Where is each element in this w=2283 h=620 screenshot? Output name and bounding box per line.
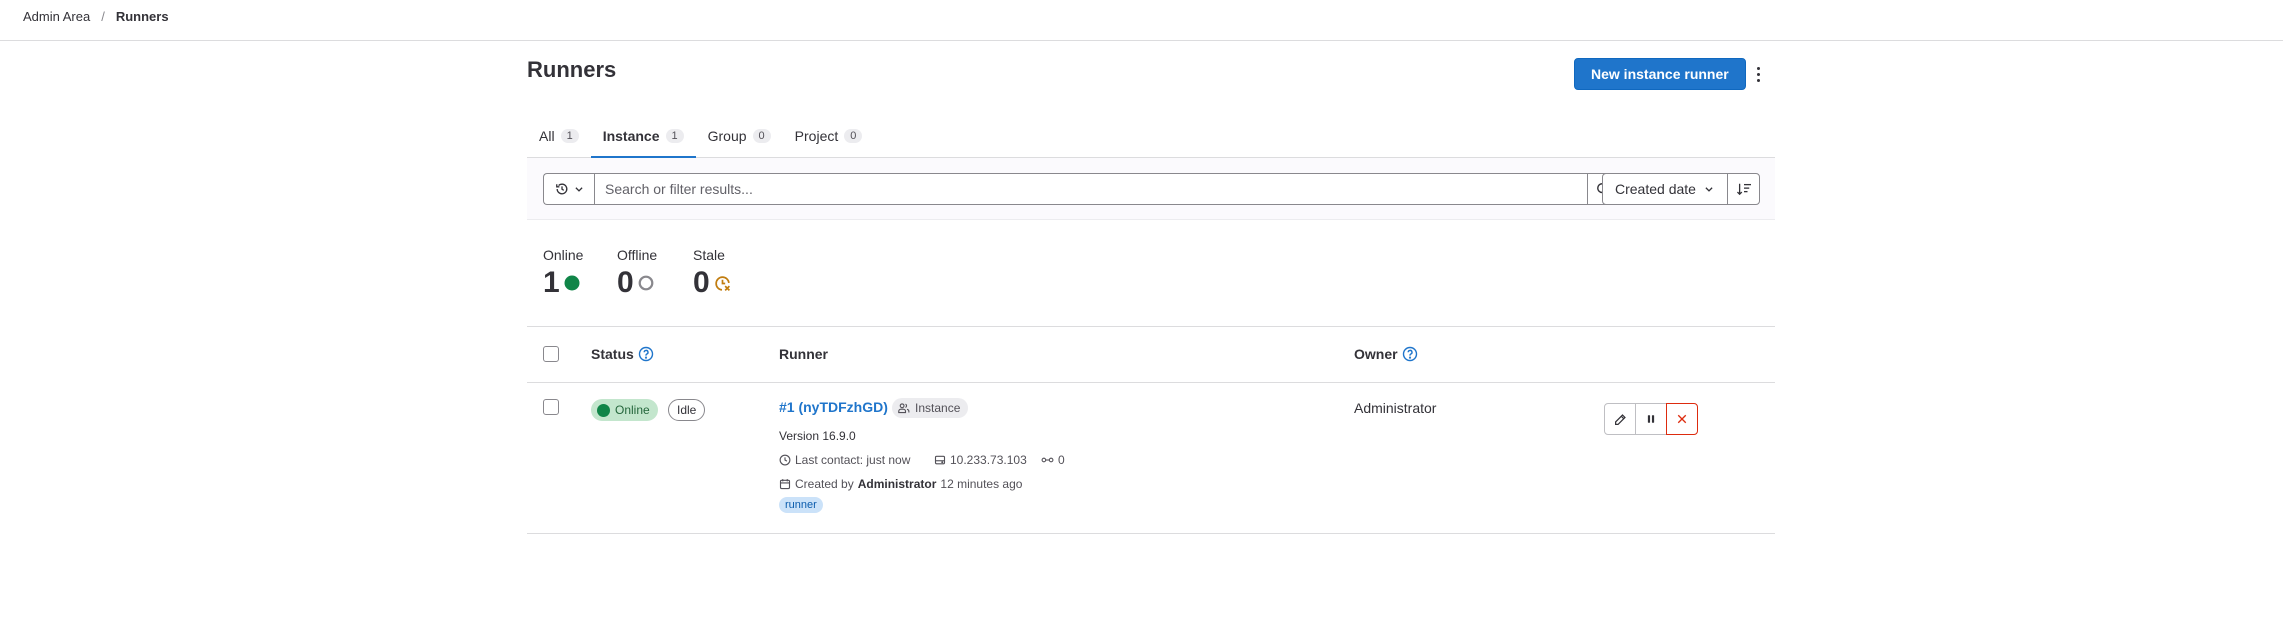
new-instance-runner-button[interactable]: New instance runner <box>1574 58 1746 90</box>
calendar-icon <box>779 479 791 490</box>
recent-searches-dropdown[interactable] <box>543 173 594 205</box>
more-actions-button[interactable] <box>1748 58 1768 90</box>
edit-runner-button[interactable] <box>1604 403 1636 435</box>
row-actions <box>1604 403 1698 435</box>
pause-icon <box>1647 415 1655 423</box>
created-by-prefix: Created by <box>795 477 854 491</box>
page-title: Runners <box>527 57 617 82</box>
kebab-dot-icon <box>1756 78 1760 82</box>
job-status-badge: Idle <box>668 399 706 421</box>
pipeline-icon <box>1041 457 1054 463</box>
sort-lowest-icon <box>1736 183 1751 196</box>
search-input[interactable] <box>594 173 1588 205</box>
last-contact-text: Last contact: just now <box>795 453 911 467</box>
created-by-user[interactable]: Administrator <box>858 477 937 491</box>
kebab-dot-icon <box>1756 66 1760 70</box>
stat-label: Online <box>543 247 584 263</box>
pencil-icon <box>1614 413 1626 425</box>
stat-label: Stale <box>693 247 725 263</box>
history-icon <box>555 183 567 195</box>
last-contact: Last contact: just now <box>779 453 910 467</box>
column-status: Status <box>591 346 654 362</box>
chevron-down-icon <box>574 187 583 192</box>
table-row: Online Idle #1 (nyTDFzhGD) Instance Vers… <box>527 383 1775 534</box>
breadcrumb-current[interactable]: Runners <box>116 9 169 24</box>
column-runner-label: Runner <box>779 346 828 362</box>
status-badge: Online <box>591 399 658 421</box>
stat-stale: Stale 0 <box>693 247 731 300</box>
runner-jobs-count: 0 <box>1041 453 1065 467</box>
runner-type-label: Instance <box>915 401 961 415</box>
status-online-icon <box>597 403 610 417</box>
status-badge-label: Online <box>615 403 650 417</box>
runner-ip-text: 10.233.73.103 <box>950 453 1027 467</box>
status-online-icon <box>564 275 580 291</box>
stat-offline: Offline 0 <box>617 247 657 300</box>
tab-count: 0 <box>752 128 771 143</box>
created-by: Created by Administrator 12 minutes ago <box>779 477 1022 491</box>
breadcrumb: Admin Area / Runners <box>23 9 169 24</box>
clock-icon <box>779 454 791 466</box>
runner-owner: Administrator <box>1354 400 1437 416</box>
stat-value: 0 <box>693 266 710 299</box>
filter-bar: Created date <box>527 158 1775 220</box>
chevron-down-icon <box>1705 187 1713 192</box>
breadcrumb-separator: / <box>101 9 105 24</box>
runner-jobs-text: 0 <box>1058 453 1065 467</box>
tab-label: Project <box>794 127 839 144</box>
tab-count: 1 <box>665 128 684 143</box>
disk-icon <box>934 455 946 465</box>
stat-value-row: 0 <box>693 266 731 300</box>
kebab-dot-icon <box>1756 72 1760 76</box>
tab-all[interactable]: All 1 <box>527 113 591 158</box>
runner-type-tabs: All 1 Instance 1 Group 0 Project 0 <box>527 113 1775 158</box>
select-all-checkbox[interactable] <box>543 346 559 362</box>
stat-label: Offline <box>617 247 658 263</box>
pause-runner-button[interactable] <box>1635 403 1667 435</box>
sort-by-dropdown[interactable]: Created date <box>1602 173 1728 205</box>
breadcrumb-admin-area[interactable]: Admin Area <box>23 9 90 24</box>
created-when: 12 minutes ago <box>940 477 1023 491</box>
stat-value-row: 0 <box>617 266 657 300</box>
stat-online: Online 1 <box>543 247 583 300</box>
question-icon[interactable] <box>638 346 654 362</box>
users-icon <box>898 403 910 414</box>
column-runner: Runner <box>779 346 828 362</box>
status-offline-icon <box>638 275 654 291</box>
tab-label: Group <box>707 127 747 144</box>
stat-value-row: 1 <box>543 266 583 300</box>
row-select-checkbox[interactable] <box>543 399 559 415</box>
runner-version: Version 16.9.0 <box>779 429 856 443</box>
sort-by-label: Created date <box>1615 181 1696 197</box>
runners-table-header: Status Runner Owner <box>527 326 1775 383</box>
tab-project[interactable]: Project 0 <box>783 113 875 158</box>
question-icon[interactable] <box>1402 346 1418 362</box>
tab-count: 1 <box>560 128 579 143</box>
tab-group[interactable]: Group 0 <box>696 113 783 158</box>
close-icon <box>1677 414 1687 424</box>
column-status-label: Status <box>591 346 634 362</box>
tab-label: Instance <box>602 127 660 144</box>
sort-direction-button[interactable] <box>1727 173 1760 205</box>
runner-type-badge: Instance <box>892 398 969 418</box>
stat-value: 0 <box>617 266 634 299</box>
runner-ip: 10.233.73.103 <box>934 453 1027 467</box>
tab-count: 0 <box>844 128 863 143</box>
status-stale-icon <box>715 275 730 291</box>
runner-tag: runner <box>779 497 823 513</box>
top-bar: Admin Area / Runners <box>0 0 2283 41</box>
column-owner-label: Owner <box>1354 346 1398 362</box>
delete-runner-button[interactable] <box>1666 403 1698 435</box>
tab-label: All <box>539 127 555 144</box>
tab-instance[interactable]: Instance 1 <box>591 113 696 158</box>
stat-value: 1 <box>543 266 560 299</box>
column-owner: Owner <box>1354 346 1418 362</box>
runner-name-link[interactable]: #1 (nyTDFzhGD) <box>779 399 888 415</box>
